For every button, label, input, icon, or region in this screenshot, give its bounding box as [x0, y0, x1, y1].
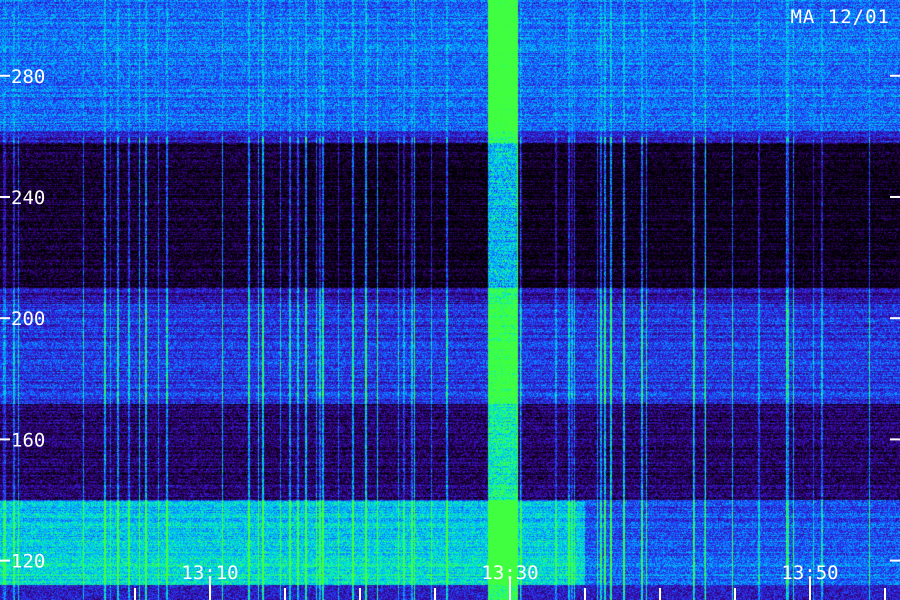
station-date-label: MA 12/01	[790, 6, 890, 28]
spectrogram-heatmap	[0, 0, 900, 600]
